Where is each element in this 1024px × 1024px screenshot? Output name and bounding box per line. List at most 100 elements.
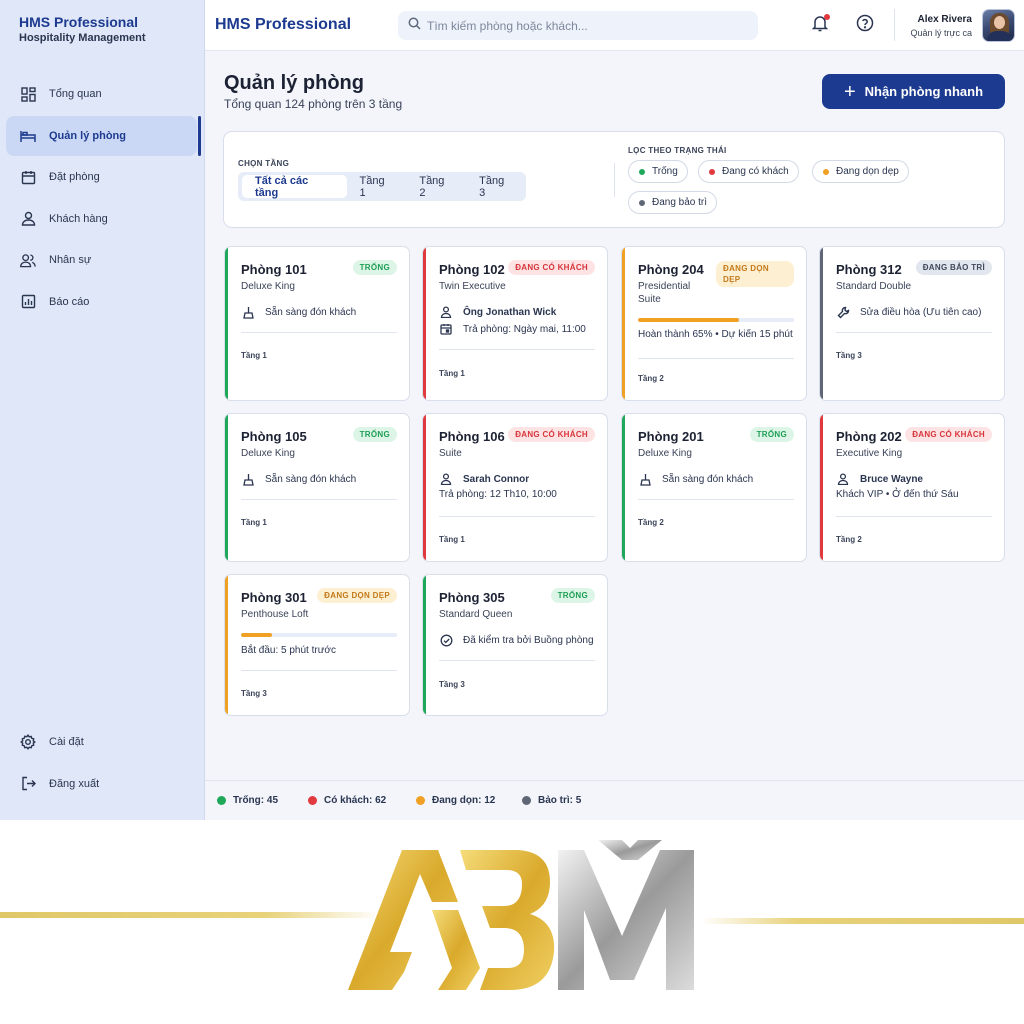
tab-all-floors[interactable]: Tất cả các tầng (242, 175, 347, 199)
room-floor: Tầng 3 (439, 680, 465, 689)
maintenance-text: Sửa điều hòa (Ưu tiên cao) (860, 306, 982, 318)
tab-floor-1[interactable]: Tầng 1 (347, 175, 407, 199)
avatar[interactable] (982, 9, 1015, 42)
brand-title: HMS Professional (19, 14, 139, 30)
user-icon (836, 472, 850, 486)
search-input[interactable] (427, 18, 747, 33)
status-dot (709, 168, 715, 175)
room-name: Phòng 201 (638, 429, 704, 444)
user-icon (20, 211, 36, 227)
status-chip-occupied[interactable]: Đang có khách (698, 160, 799, 183)
status-summary-bar: Trống: 45 Có khách: 62 Đang dọn: 12 Bảo … (205, 780, 1024, 820)
status-chip-maintenance[interactable]: Đang bảo trì (628, 191, 718, 214)
status-badge: TRỐNG (550, 588, 595, 603)
wrench-icon (836, 305, 850, 319)
room-type: Penthouse Loft (241, 609, 309, 620)
broom-icon (241, 472, 255, 486)
quick-checkin-button[interactable]: + Nhận phòng nhanh (822, 74, 1005, 109)
users-icon (20, 252, 36, 268)
room-note-text: Đã kiểm tra bởi Buồng phòng (463, 634, 594, 646)
room-card-102[interactable]: Phòng 102 ĐANG CÓ KHÁCH Twin Executive Ô… (422, 246, 608, 401)
room-floor: Tầng 1 (241, 518, 267, 527)
room-name: Phòng 106 (439, 429, 505, 444)
room-name: Phòng 105 (241, 429, 307, 444)
calendar-icon (439, 322, 453, 336)
status-dot (823, 168, 829, 175)
sidebar-item-overview[interactable]: Tổng quan (6, 74, 197, 114)
top-bar: HMS Professional Alex Rivera Quản lý trự… (205, 0, 1024, 51)
tab-floor-2[interactable]: Tầng 2 (406, 175, 466, 199)
guest-name: Ông Jonathan Wick (463, 306, 557, 318)
divider (894, 9, 895, 41)
notification-bell-icon[interactable] (811, 14, 830, 34)
room-card-101[interactable]: Phòng 101 TRỐNG Deluxe King Sẵn sàng đón… (224, 246, 410, 401)
divider (836, 516, 992, 517)
room-card-312[interactable]: Phòng 312 ĐANG BẢO TRÌ Standard Double S… (819, 246, 1005, 401)
sidebar-item-rooms[interactable]: Quản lý phòng (6, 115, 201, 156)
status-dot (639, 168, 645, 175)
report-icon (20, 294, 36, 310)
room-name: Phòng 101 (241, 262, 307, 277)
sidebar-item-staff[interactable]: Nhân sự (6, 240, 197, 280)
sidebar: HMS Professional Hospitality Management … (0, 0, 205, 820)
room-card-305[interactable]: Phòng 305 TRỐNG Standard Queen Đã kiểm t… (422, 574, 608, 716)
divider (241, 670, 397, 671)
broom-icon (638, 472, 652, 486)
sidebar-item-customers[interactable]: Khách hàng (6, 199, 197, 239)
status-bar (820, 414, 823, 561)
app-title: HMS Professional (215, 16, 352, 33)
progress-fill (638, 318, 740, 322)
divider (836, 332, 992, 333)
sidebar-item-label: Khách hàng (49, 212, 108, 225)
room-type: Presidential Suite (638, 281, 691, 305)
stat-maintenance: Bảo trì: 5 (522, 795, 581, 806)
sidebar-item-settings[interactable]: Cài đặt (6, 722, 197, 762)
status-bar (622, 247, 625, 400)
sidebar-item-logout[interactable]: Đăng xuất (6, 764, 197, 804)
room-card-201[interactable]: Phòng 201 TRỐNG Deluxe King Sẵn sàng đón… (621, 413, 807, 562)
room-card-105[interactable]: Phòng 105 TRỐNG Deluxe King Sẵn sàng đón… (224, 413, 410, 562)
verified-icon (439, 633, 453, 647)
logo-line-left (0, 912, 380, 918)
stat-label: Có khách: 62 (324, 795, 387, 806)
sidebar-item-bookings[interactable]: Đặt phòng (6, 157, 197, 197)
logo-line-right (700, 918, 1024, 924)
room-floor: Tầng 2 (836, 535, 862, 544)
room-card-106[interactable]: Phòng 106 ĐANG CÓ KHÁCH Suite Sarah Conn… (422, 413, 608, 562)
help-icon[interactable] (856, 14, 874, 32)
status-chip-label: Đang có khách (722, 166, 789, 177)
page-title: Quản lý phòng (224, 72, 364, 94)
sidebar-item-label: Cài đặt (49, 736, 84, 748)
cleaning-progress-bar (638, 318, 794, 322)
room-floor: Tầng 2 (638, 374, 664, 383)
stat-label: Bảo trì: 5 (538, 795, 582, 806)
status-badge: TRỐNG (749, 427, 794, 442)
gear-icon (20, 734, 36, 750)
app-window: HMS Professional Hospitality Management … (0, 0, 1024, 820)
status-chip-cleaning[interactable]: Đang dọn dẹp (812, 160, 909, 183)
room-card-204[interactable]: Phòng 204 ĐANG DỌN DẸP Presidential Suit… (621, 246, 807, 401)
status-chip-label: Đang dọn dẹp (836, 166, 899, 177)
room-note-text: Sẵn sàng đón khách (265, 306, 357, 318)
floor-filter-label: CHỌN TẦNG (238, 159, 290, 168)
status-bar (225, 575, 228, 715)
calendar-icon (20, 169, 36, 185)
room-name: Phòng 202 (836, 429, 902, 444)
search-box[interactable] (398, 11, 758, 40)
sidebar-item-label: Tổng quan (49, 88, 102, 100)
user-icon (439, 305, 453, 319)
status-dot (416, 796, 425, 805)
status-bar (225, 414, 228, 561)
status-bar (423, 575, 426, 715)
sidebar-item-reports[interactable]: Báo cáo (6, 282, 197, 322)
room-name: Phòng 301 (241, 590, 307, 605)
room-card-202[interactable]: Phòng 202 ĐANG CÓ KHÁCH Executive King B… (819, 413, 1005, 562)
bed-icon (20, 128, 36, 144)
status-badge: ĐANG DỌN DẸP (317, 588, 397, 603)
status-chip-free[interactable]: Trống (628, 160, 688, 183)
brand: HMS Professional Hospitality Management (19, 14, 146, 44)
room-type: Standard Queen (439, 609, 513, 620)
room-card-301[interactable]: Phòng 301 ĐANG DỌN DẸP Penthouse Loft Bắ… (224, 574, 410, 716)
brand-subtitle: Hospitality Management (19, 32, 146, 44)
tab-floor-3[interactable]: Tầng 3 (466, 175, 526, 199)
